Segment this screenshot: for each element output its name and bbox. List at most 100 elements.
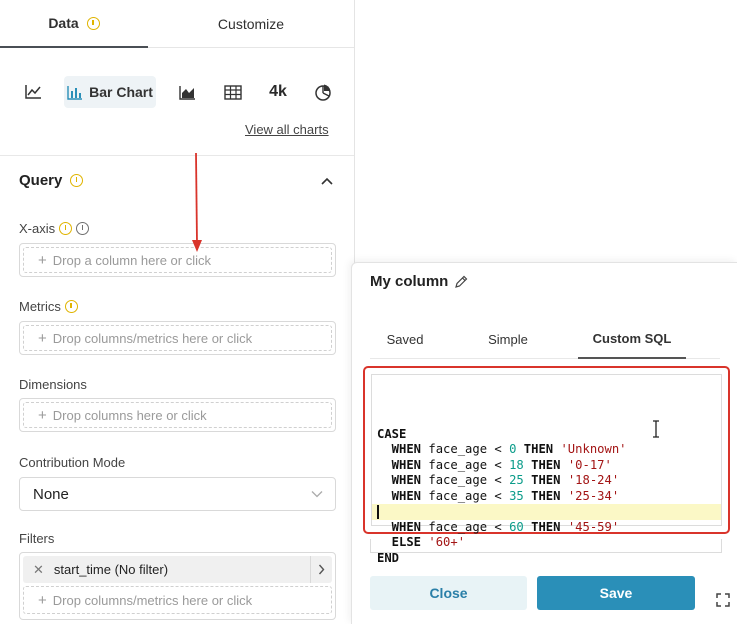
- sql-token: WHEN: [377, 519, 422, 534]
- metrics-label: Metrics: [19, 299, 78, 314]
- sql-token: 60: [509, 519, 524, 534]
- query-section-title[interactable]: Query: [19, 172, 84, 189]
- sql-token: '0-17': [567, 457, 612, 472]
- sql-token: face_age <: [421, 473, 510, 487]
- xaxis-placeholder: Drop a column here or click: [52, 252, 211, 268]
- metrics-label-text: Metrics: [19, 299, 61, 314]
- pencil-icon[interactable]: [454, 275, 468, 289]
- table-icon: [224, 84, 242, 100]
- filter-chip[interactable]: ✕ start_time (No filter): [23, 556, 332, 583]
- sql-editor[interactable]: CASE WHEN face_age < 0 THEN 'Unknown' WH…: [371, 374, 722, 565]
- sql-line: WHEN face_age < 0 THEN 'Unknown': [377, 442, 721, 458]
- contribution-mode-select[interactable]: None: [19, 477, 336, 511]
- chevron-up-icon[interactable]: [320, 176, 334, 186]
- tab-simple[interactable]: Simple: [468, 319, 548, 359]
- chevron-right-icon: [318, 564, 325, 575]
- sql-line: WHEN face_age < 60 THEN '45-59': [377, 520, 721, 536]
- warning-icon: [70, 174, 84, 187]
- info-icon[interactable]: [76, 222, 90, 235]
- dimensions-drop-inner[interactable]: + Drop columns here or click: [23, 402, 332, 428]
- popover-title-text: My column: [370, 273, 449, 290]
- metrics-drop-zone[interactable]: + Drop columns/metrics here or click: [19, 321, 336, 355]
- dimensions-drop-zone[interactable]: + Drop columns here or click: [19, 398, 336, 432]
- sql-line: WHEN face_age < 25 THEN '18-24': [377, 473, 721, 489]
- plus-icon: +: [38, 406, 47, 424]
- tab-saved[interactable]: Saved: [370, 319, 440, 359]
- divider: [0, 155, 354, 156]
- sql-token: WHEN: [377, 457, 422, 472]
- expand-icon[interactable]: [716, 593, 730, 607]
- tab-customize-label: Customize: [217, 16, 285, 32]
- sql-line: WHEN face_age < 18 THEN '0-17': [377, 458, 721, 474]
- xaxis-label: X-axis: [19, 221, 90, 236]
- metrics-drop-inner[interactable]: + Drop columns/metrics here or click: [23, 325, 332, 351]
- warning-icon: [59, 222, 73, 235]
- info-icon: [86, 16, 100, 30]
- plus-icon: +: [38, 329, 47, 347]
- tab-data-label: Data: [48, 15, 79, 31]
- tab-data[interactable]: Data: [0, 0, 148, 48]
- dimensions-placeholder: Drop columns here or click: [52, 407, 207, 423]
- area-chart-icon: [178, 85, 195, 100]
- line-chart-button[interactable]: [20, 76, 46, 108]
- sql-token: '45-59': [567, 519, 620, 534]
- save-button[interactable]: Save: [537, 576, 695, 610]
- big-number-button[interactable]: 4k: [264, 76, 292, 108]
- line-chart-icon: [25, 85, 41, 99]
- sql-highlight-frame: CASE WHEN face_age < 0 THEN 'Unknown' WH…: [363, 366, 730, 565]
- sql-token: face_age <: [421, 457, 510, 472]
- filters-placeholder: Drop columns/metrics here or click: [52, 592, 253, 608]
- sql-token: 35: [509, 488, 524, 503]
- popover-tabs: Saved Simple Custom SQL: [370, 319, 720, 359]
- sql-token: 'Unknown': [560, 442, 627, 456]
- filters-label-text: Filters: [19, 531, 55, 546]
- query-title-text: Query: [19, 172, 63, 189]
- chevron-down-icon: [311, 491, 323, 498]
- tab-customize[interactable]: Customize: [148, 0, 354, 48]
- filters-drop-zone[interactable]: + Drop columns/metrics here or click: [23, 586, 332, 614]
- contribution-value: None: [33, 485, 69, 503]
- plus-icon: +: [38, 251, 47, 269]
- xaxis-drop-inner[interactable]: + Drop a column here or click: [23, 247, 332, 273]
- plus-icon: +: [38, 591, 47, 609]
- chart-type-selector: Bar Chart 4k: [14, 76, 344, 110]
- sql-token: face_age <: [421, 442, 510, 456]
- close-button[interactable]: Close: [370, 576, 527, 610]
- big-number-label: 4k: [269, 83, 287, 100]
- sql-token: CASE: [377, 426, 407, 441]
- warning-icon: [64, 300, 78, 313]
- sql-token: THEN: [523, 519, 561, 534]
- bar-chart-label: Bar Chart: [89, 84, 153, 100]
- filter-chip-label: start_time (No filter): [53, 562, 169, 577]
- sql-token: WHEN: [377, 488, 422, 503]
- area-chart-button[interactable]: [174, 76, 200, 108]
- sql-token: WHEN: [377, 442, 422, 456]
- dimensions-label-text: Dimensions: [19, 377, 87, 392]
- sql-token: face_age <: [421, 488, 510, 503]
- sql-token: THEN: [523, 457, 561, 472]
- tab-custom-sql[interactable]: Custom SQL: [578, 319, 686, 359]
- popover-title: My column: [370, 273, 468, 290]
- table-chart-button[interactable]: [220, 76, 246, 108]
- sql-token: THEN: [523, 488, 561, 503]
- filters-box: ✕ start_time (No filter) + Drop columns/…: [19, 552, 336, 620]
- sql-token: '25-34': [567, 488, 620, 503]
- bar-chart-icon: [67, 85, 83, 100]
- filter-expand-button[interactable]: [310, 556, 332, 583]
- dimensions-label: Dimensions: [19, 377, 87, 392]
- contribution-label: Contribution Mode: [19, 455, 125, 470]
- editor-footer: [370, 539, 722, 553]
- xaxis-drop-zone[interactable]: + Drop a column here or click: [19, 243, 336, 277]
- left-panel: Data Customize Bar Chart 4k View all cha…: [0, 0, 355, 624]
- pie-chart-button[interactable]: [310, 76, 336, 108]
- contribution-label-text: Contribution Mode: [19, 455, 126, 470]
- close-icon[interactable]: ✕: [33, 562, 44, 578]
- sql-token: 25: [509, 473, 524, 487]
- filters-drop-inner[interactable]: + Drop columns/metrics here or click: [23, 586, 332, 614]
- pie-chart-icon: [315, 84, 331, 101]
- view-all-charts-link[interactable]: View all charts: [245, 122, 329, 137]
- bar-chart-button[interactable]: Bar Chart: [64, 76, 156, 108]
- panel-tabs: Data Customize: [0, 0, 354, 48]
